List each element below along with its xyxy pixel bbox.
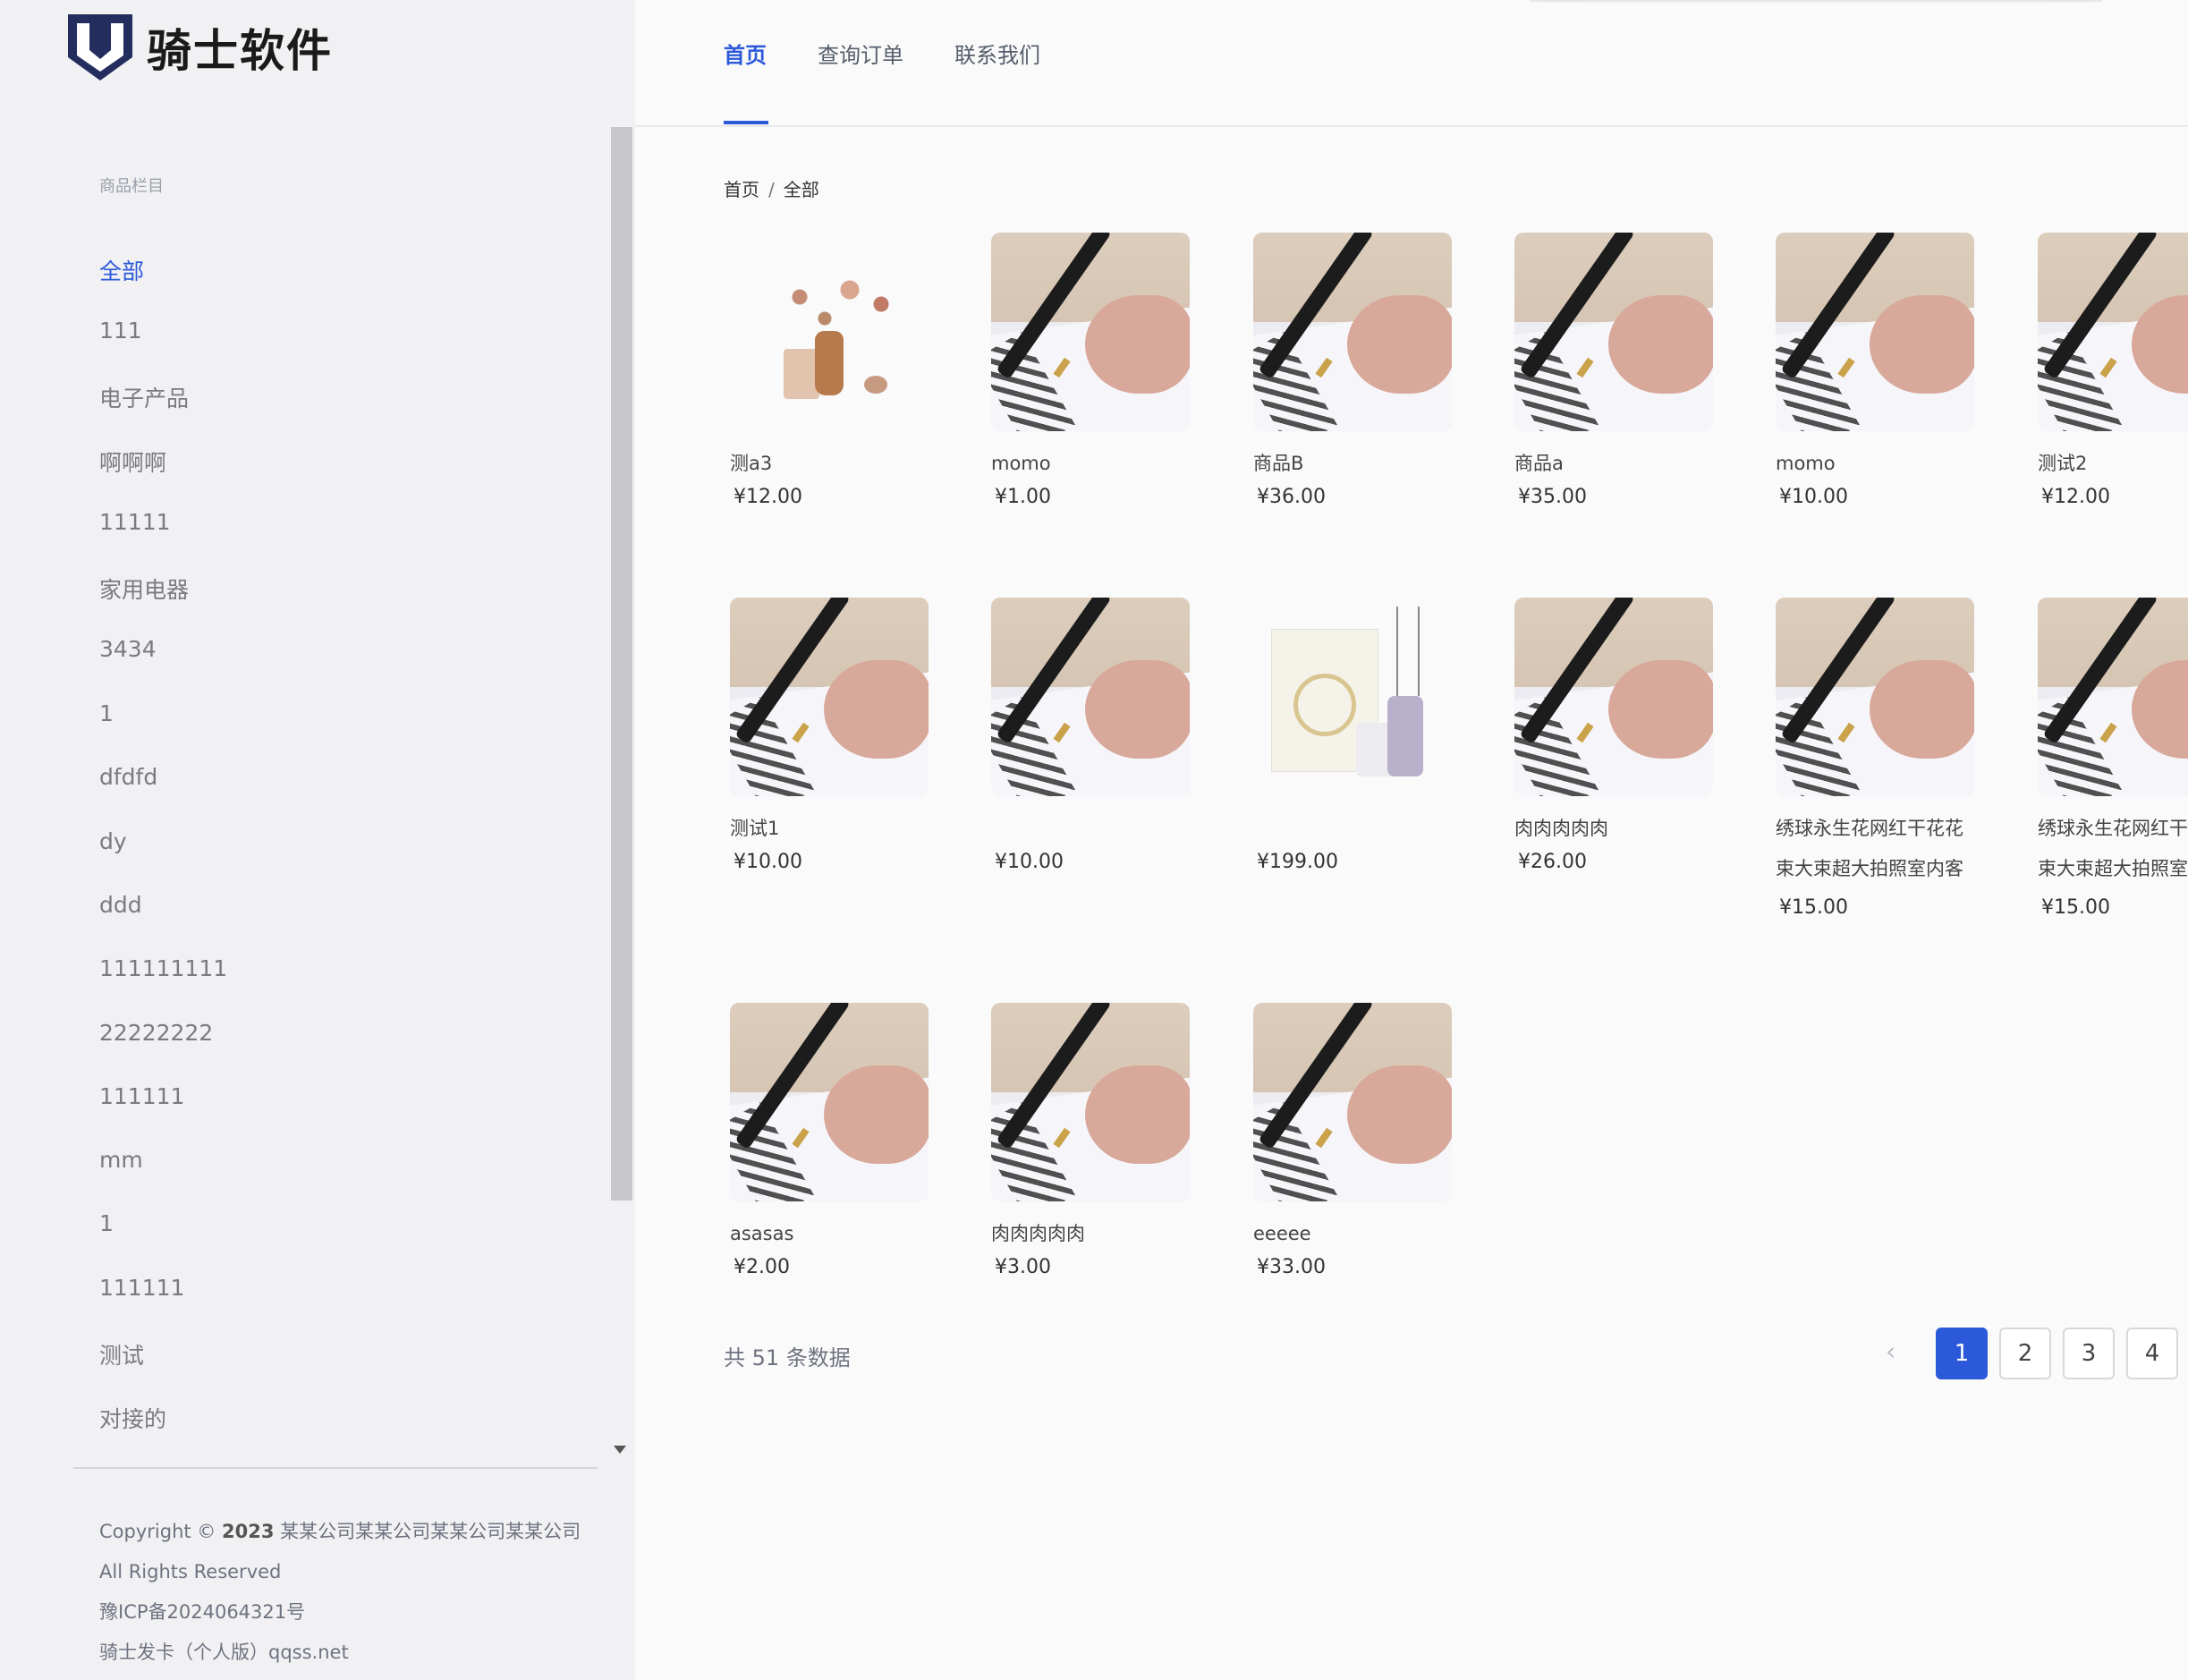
product-price: ¥2.00 xyxy=(734,1256,790,1278)
product-price: ¥26.00 xyxy=(1518,851,1587,873)
product-price: ¥12.00 xyxy=(2041,486,2110,508)
product-name[interactable]: 测试2 xyxy=(2038,444,2087,484)
sidebar-category-item[interactable]: 111111111 xyxy=(99,955,227,981)
scroll-down-arrow-icon[interactable] xyxy=(614,1446,626,1454)
sidebar-category-item[interactable]: mm xyxy=(99,1147,143,1173)
category-list: 全部 111 电子产品 啊啊啊 11111 家用电器 3434 1 dfdfd dy ddd 1111… xyxy=(0,222,599,1470)
sidebar-category-item[interactable]: 家用电器 xyxy=(99,573,189,605)
product-price: ¥3.00 xyxy=(995,1256,1051,1278)
sidebar-category-item[interactable]: ddd xyxy=(99,892,142,918)
rights-reserved: All Rights Reserved xyxy=(99,1561,282,1582)
sidebar-category-item[interactable]: 111 xyxy=(99,318,142,344)
top-shadow-decoration xyxy=(1530,0,2102,4)
sidebar-category-item[interactable]: 22222222 xyxy=(99,1020,213,1046)
shield-logo-icon xyxy=(68,14,132,81)
product-price: ¥12.00 xyxy=(734,486,802,508)
product-price: ¥15.00 xyxy=(2041,896,2110,919)
page-button[interactable]: 3 xyxy=(2063,1328,2115,1379)
page-button[interactable]: 4 xyxy=(2126,1328,2178,1379)
tab-query-orders[interactable]: 查询订单 xyxy=(818,38,903,69)
tab-contact-us[interactable]: 联系我们 xyxy=(954,38,1040,69)
active-tab-indicator xyxy=(724,121,768,124)
product-price: ¥10.00 xyxy=(1779,486,1848,508)
category-divider xyxy=(73,1467,598,1469)
breadcrumb-current: 全部 xyxy=(783,179,819,200)
copyright-line: Copyright © 2023 某某公司某某公司某某公司某某公司 xyxy=(99,1512,581,1552)
chevron-left-icon[interactable]: ‹ xyxy=(1886,1336,1895,1366)
product-image[interactable] xyxy=(1514,233,1713,431)
brand-logo[interactable]: 骑士软件 xyxy=(64,11,333,84)
sidebar-scrollbar-thumb[interactable] xyxy=(611,127,632,1201)
sidebar-category-item[interactable]: 111111 xyxy=(99,1275,184,1301)
product-image[interactable] xyxy=(1253,233,1452,431)
product-name[interactable]: momo xyxy=(991,444,1051,484)
sidebar: 骑士软件 商品栏目 全部 111 电子产品啊啊啊 11111 家用电器 3434 1 dfdf… xyxy=(0,0,635,1680)
product-image[interactable] xyxy=(730,598,929,796)
product-image[interactable] xyxy=(1776,233,1974,431)
sidebar-category-item[interactable]: 全部 xyxy=(99,254,144,286)
sidebar-footer: Copyright © 2023 某某公司某某公司某某公司某某公司 All Ri… xyxy=(99,1512,581,1673)
product-image[interactable] xyxy=(730,233,929,431)
product-name[interactable]: 商品B xyxy=(1253,444,1303,484)
sidebar-category-item[interactable]: 11111 xyxy=(99,509,171,535)
sidebar-category-item[interactable]: 111111 xyxy=(99,1083,184,1109)
product-price: ¥35.00 xyxy=(1518,486,1587,508)
product-price: ¥10.00 xyxy=(995,851,1064,873)
sidebar-category-item[interactable]: 1 xyxy=(99,700,114,726)
sidebar-category-item[interactable]: 3434 xyxy=(99,636,157,662)
product-image[interactable] xyxy=(1253,1003,1452,1201)
product-price: ¥10.00 xyxy=(734,851,802,873)
product-name[interactable]: 绣球永生花网红干花花束大束超大拍照室内客 xyxy=(2038,809,2188,889)
product-name[interactable]: eeeee xyxy=(1253,1214,1311,1254)
product-name[interactable]: 商品a xyxy=(1514,444,1564,484)
sidebar-category-item[interactable]: 电子产品 xyxy=(99,381,189,413)
product-image[interactable] xyxy=(730,1003,929,1201)
sidebar-category-item[interactable]: 测试 xyxy=(99,1338,144,1370)
sidebar-category-item[interactable]: 对接的 xyxy=(99,1402,166,1434)
product-name[interactable]: 肉肉肉肉肉 xyxy=(1514,809,1608,849)
tab-home[interactable]: 首页 xyxy=(724,38,767,69)
product-price: ¥1.00 xyxy=(995,486,1051,508)
sidebar-category-item[interactable]: dfdfd xyxy=(99,764,157,790)
product-name[interactable]: 测a3 xyxy=(730,444,772,484)
product-image[interactable] xyxy=(991,1003,1190,1201)
product-name[interactable]: asasas xyxy=(730,1214,793,1254)
sidebar-category-item[interactable]: dy xyxy=(99,828,127,854)
category-section-title: 商品栏目 xyxy=(99,177,164,196)
product-price: ¥15.00 xyxy=(1779,896,1848,919)
product-price: ¥199.00 xyxy=(1257,851,1338,873)
copyright-year: 2023 xyxy=(221,1521,275,1542)
product-name[interactable]: 肉肉肉肉肉 xyxy=(991,1214,1085,1254)
product-image[interactable] xyxy=(991,598,1190,796)
brand-name: 骑士软件 xyxy=(147,25,333,77)
product-image[interactable] xyxy=(991,233,1190,431)
icp-license-link[interactable]: 豫ICP备2024064321号 xyxy=(99,1592,581,1633)
product-price: ¥33.00 xyxy=(1257,1256,1326,1278)
product-image[interactable] xyxy=(1253,598,1452,796)
product-name[interactable]: 绣球永生花网红干花花束大束超大拍照室内客 xyxy=(1776,809,1981,889)
breadcrumb: 首页 / 全部 xyxy=(724,175,819,201)
product-price: ¥36.00 xyxy=(1257,486,1326,508)
product-image[interactable] xyxy=(1514,598,1713,796)
product-name[interactable]: 测试1 xyxy=(730,809,779,849)
product-image[interactable] xyxy=(1776,598,1974,796)
copyright-company: 某某公司某某公司某某公司某某公司 xyxy=(280,1521,581,1542)
breadcrumb-separator: / xyxy=(768,179,775,200)
page-button[interactable]: 1 xyxy=(1936,1328,1988,1379)
total-count: 共 51 条数据 xyxy=(724,1345,851,1370)
product-image[interactable] xyxy=(2038,598,2188,796)
site-link[interactable]: 骑士发卡（个人版）qqss.net xyxy=(99,1633,581,1673)
breadcrumb-home[interactable]: 首页 xyxy=(724,179,759,200)
product-name[interactable]: momo xyxy=(1776,444,1836,484)
copyright-prefix: Copyright © xyxy=(99,1521,216,1542)
product-image[interactable] xyxy=(2038,233,2188,431)
page-button[interactable]: 2 xyxy=(1999,1328,2051,1379)
sidebar-category-item[interactable]: 1 xyxy=(99,1210,114,1236)
sidebar-category-item[interactable]: 啊啊啊 xyxy=(99,445,166,478)
